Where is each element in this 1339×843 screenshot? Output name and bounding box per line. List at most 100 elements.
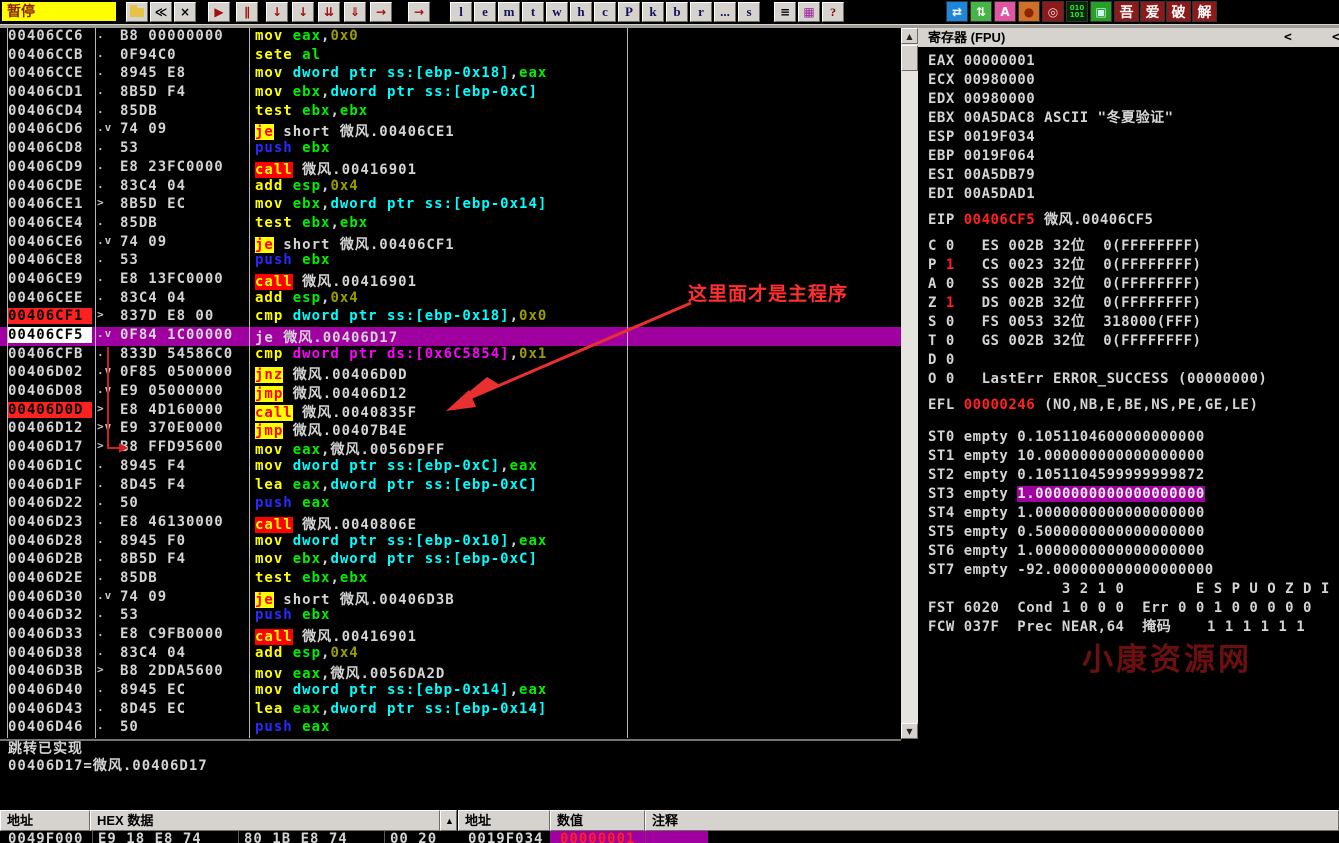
disasm-row[interactable]: 00406CDE.83C4 04add esp,0x4: [0, 178, 901, 197]
instruction-address[interactable]: 00406D2E: [8, 570, 92, 586]
disasm-row[interactable]: 00406CCE.8945 E8mov dword ptr ss:[ebp-0x…: [0, 65, 901, 84]
swap-arrows-icon[interactable]: ⇄: [946, 1, 968, 22]
pojie-char-button-3[interactable]: 解: [1192, 1, 1217, 22]
instruction-address[interactable]: 00406CD1: [8, 84, 92, 100]
dump-header-address[interactable]: 地址: [0, 810, 90, 831]
instruction-address[interactable]: 00406D3B: [8, 663, 92, 679]
windows-list-button[interactable]: ≡: [774, 2, 796, 22]
disasm-row[interactable]: 00406CD4.85DBtest ebx,ebx: [0, 103, 901, 122]
instruction-address[interactable]: 00406D1C: [8, 458, 92, 474]
instruction-address[interactable]: 00406CE4: [8, 215, 92, 231]
scrollbar-thumb[interactable]: [901, 45, 918, 71]
disasm-row[interactable]: 00406D02.v0F85 0500000jnz 微风.00406D0D: [0, 364, 901, 383]
disasm-row[interactable]: 00406D1F.8D45 F4lea eax,dword ptr ss:[eb…: [0, 477, 901, 496]
instruction-address[interactable]: 00406D0D: [8, 402, 92, 418]
letter-button-s[interactable]: s: [738, 2, 760, 22]
dump-header-hex[interactable]: HEX 数据: [90, 810, 440, 831]
up-down-icon[interactable]: ⇅: [970, 1, 992, 22]
disasm-row[interactable]: 00406D17>B8 FFD95600mov eax,微风.0056D9FF: [0, 439, 901, 458]
disasm-row[interactable]: 00406CF5.v0F84 1C00000je 微风.00406D17: [0, 327, 901, 346]
disasm-row[interactable]: 00406CFB.833D 54586C0cmp dword ptr ds:[0…: [0, 346, 901, 365]
instruction-address[interactable]: 00406D23: [8, 514, 92, 530]
disasm-row[interactable]: 00406D23.E8 46130000call 微风.0040806E: [0, 514, 901, 533]
instruction-address[interactable]: 00406D17: [8, 439, 92, 455]
disasm-scrollbar[interactable]: [901, 28, 918, 739]
instruction-address[interactable]: 00406CCE: [8, 65, 92, 81]
black-square-button[interactable]: [1218, 1, 1240, 22]
pojie-char-button-0[interactable]: 吾: [1114, 1, 1139, 22]
instruction-address[interactable]: 00406CF1: [8, 308, 92, 324]
instruction-address[interactable]: 00406D22: [8, 495, 92, 511]
goto-button[interactable]: →: [408, 2, 430, 22]
dump-scroll-up-icon[interactable]: ▲: [440, 810, 457, 831]
instruction-address[interactable]: 00406CC6: [8, 28, 92, 44]
instruction-address[interactable]: 00406D43: [8, 701, 92, 717]
step-into-button[interactable]: ↓: [266, 2, 288, 22]
instruction-address[interactable]: 00406D1F: [8, 477, 92, 493]
window-icon[interactable]: ▣: [1090, 1, 1112, 22]
disasm-row[interactable]: 00406CD8.53push ebx: [0, 140, 901, 159]
disasm-row[interactable]: 00406D2E.85DBtest ebx,ebx: [0, 570, 901, 589]
instruction-address[interactable]: 00406D02: [8, 364, 92, 380]
instruction-address[interactable]: 00406CCB: [8, 47, 92, 63]
close-button[interactable]: ×: [174, 2, 196, 22]
letter-button-e[interactable]: e: [474, 2, 496, 22]
instruction-address[interactable]: 00406D28: [8, 533, 92, 549]
instruction-address[interactable]: 00406D30: [8, 589, 92, 605]
letter-button-r[interactable]: r: [690, 2, 712, 22]
instruction-address[interactable]: 00406CD6: [8, 121, 92, 137]
pojie-char-button-1[interactable]: 爱: [1140, 1, 1165, 22]
disasm-row[interactable]: 00406D12>vE9 370E0000jmp 微风.00407B4E: [0, 420, 901, 439]
disasm-row[interactable]: 00406D0D>E8 4D160000call 微风.0040835F: [0, 402, 901, 421]
instruction-address[interactable]: 00406D32: [8, 607, 92, 623]
letter-button-m[interactable]: m: [498, 2, 520, 22]
animate-over-button[interactable]: ⇓: [344, 2, 366, 22]
letter-button-...[interactable]: ...: [714, 2, 736, 22]
instruction-address[interactable]: 00406D2B: [8, 551, 92, 567]
disasm-row[interactable]: 00406D28.8945 F0mov dword ptr ss:[ebp-0x…: [0, 533, 901, 552]
registers-pane[interactable]: EAX 00000001ECX 00980000EDX 00980000EBX …: [918, 47, 1339, 805]
letter-button-w[interactable]: w: [546, 2, 568, 22]
assemble-a-icon[interactable]: A: [994, 1, 1016, 22]
dump-data-row[interactable]: 0049F000 E9 18 E8 74 80 1B E8 74 00 20 0…: [0, 831, 1339, 843]
instruction-address[interactable]: 00406D33: [8, 626, 92, 642]
disasm-row[interactable]: 00406D38.83C4 04add esp,0x4: [0, 645, 901, 664]
instruction-address[interactable]: 00406D08: [8, 383, 92, 399]
instruction-address[interactable]: 00406CF5: [8, 327, 92, 343]
binary-icon[interactable]: 010101: [1066, 1, 1088, 22]
instruction-address[interactable]: 00406CE9: [8, 271, 92, 287]
stack-header-comment[interactable]: 注释: [645, 810, 1339, 831]
run-button[interactable]: ▶: [208, 2, 230, 22]
instruction-address[interactable]: 00406D38: [8, 645, 92, 661]
dot-icon[interactable]: ●: [1018, 1, 1040, 22]
instruction-address[interactable]: 00406CFB: [8, 346, 92, 362]
disasm-row[interactable]: 00406D22.50push eax: [0, 495, 901, 514]
restart-button[interactable]: ≪: [150, 2, 172, 22]
disasm-row[interactable]: 00406CE4.85DBtest ebx,ebx: [0, 215, 901, 234]
disassembly-pane[interactable]: 00406CC6.B8 00000000mov eax,0x000406CCB.…: [0, 28, 901, 739]
disasm-row[interactable]: 00406D08.vE9 05000000jmp 微风.00406D12: [0, 383, 901, 402]
collapse-chevron-icon[interactable]: <: [1284, 30, 1292, 45]
instruction-address[interactable]: 00406CD4: [8, 103, 92, 119]
stack-header-address[interactable]: 地址: [458, 810, 550, 831]
instruction-address[interactable]: 00406CEE: [8, 290, 92, 306]
stack-header-value[interactable]: 数值: [550, 810, 645, 831]
instruction-address[interactable]: 00406CD8: [8, 140, 92, 156]
instruction-address[interactable]: 00406D40: [8, 682, 92, 698]
collapse-chevron-icon[interactable]: <: [1332, 30, 1339, 45]
scroll-down-icon[interactable]: ▼: [901, 723, 918, 739]
disasm-row[interactable]: 00406CD9.E8 23FC0000call 微风.00416901: [0, 159, 901, 178]
disasm-row[interactable]: 00406CE1>8B5D ECmov ebx,dword ptr ss:[eb…: [0, 196, 901, 215]
instruction-address[interactable]: 00406CDE: [8, 178, 92, 194]
letter-button-P[interactable]: P: [618, 2, 640, 22]
letter-button-h[interactable]: h: [570, 2, 592, 22]
instruction-address[interactable]: 00406D12: [8, 420, 92, 436]
animate-into-button[interactable]: ⇊: [318, 2, 340, 22]
disasm-row[interactable]: 00406D33.E8 C9FB0000call 微风.00416901: [0, 626, 901, 645]
disasm-row[interactable]: 00406D40.8945 ECmov dword ptr ss:[ebp-0x…: [0, 682, 901, 701]
instruction-address[interactable]: 00406CE6: [8, 234, 92, 250]
disasm-row[interactable]: 00406D32.53push ebx: [0, 607, 901, 626]
disasm-row[interactable]: 00406CF1>837D E8 00cmp dword ptr ss:[ebp…: [0, 308, 901, 327]
help-button[interactable]: ?: [822, 2, 844, 22]
disasm-row[interactable]: 00406CE6.v74 09je short 微风.00406CF1: [0, 234, 901, 253]
